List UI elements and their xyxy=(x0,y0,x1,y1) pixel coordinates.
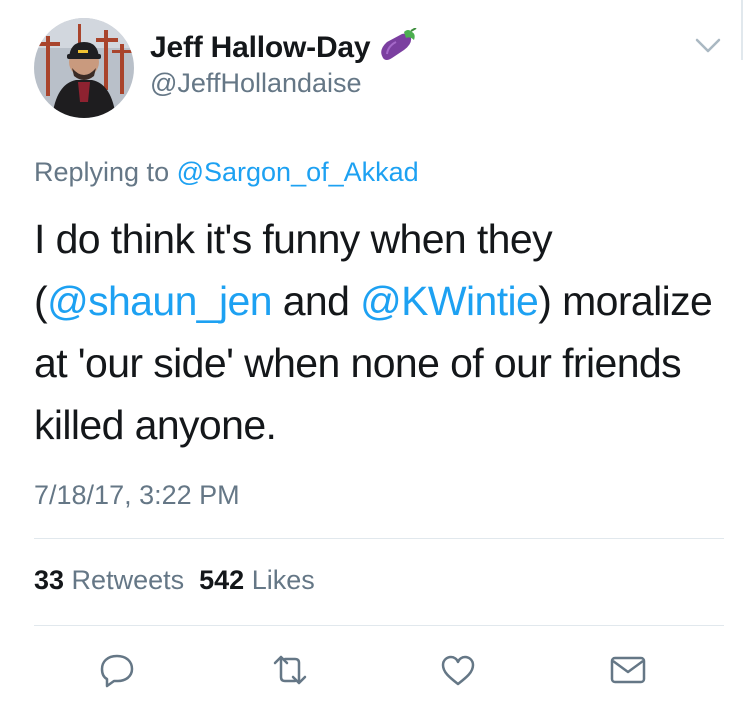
chevron-down-icon[interactable] xyxy=(693,36,723,56)
retweet-icon xyxy=(269,653,311,692)
tweet-text: I do think it's funny when they (@shaun_… xyxy=(34,208,724,456)
direct-message-button[interactable] xyxy=(608,652,648,692)
retweet-button[interactable] xyxy=(270,652,310,692)
user-handle[interactable]: @JeffHollandaise xyxy=(150,68,362,99)
eggplant-icon xyxy=(378,27,418,67)
retweet-label[interactable]: Retweets xyxy=(64,565,185,595)
reply-button[interactable] xyxy=(97,652,137,692)
replying-prefix: Replying to xyxy=(34,157,177,187)
replying-to: Replying to @Sargon_of_Akkad xyxy=(34,157,419,188)
like-icon xyxy=(439,653,477,692)
engagement-stats: 33 Retweets 542 Likes xyxy=(34,565,315,596)
retweet-count[interactable]: 33 xyxy=(34,565,64,595)
avatar[interactable] xyxy=(34,18,134,118)
like-count[interactable]: 542 xyxy=(199,565,244,595)
reply-icon xyxy=(98,652,136,693)
tweet-text-part: and xyxy=(271,278,361,324)
mention-link[interactable]: @shaun_jen xyxy=(47,278,272,324)
divider xyxy=(34,538,724,539)
mention-link[interactable]: @KWintie xyxy=(360,278,539,324)
replying-to-mention[interactable]: @Sargon_of_Akkad xyxy=(177,157,419,187)
edge-rule xyxy=(741,0,743,60)
like-label[interactable]: Likes xyxy=(244,565,315,595)
divider xyxy=(34,625,724,626)
direct-message-icon xyxy=(608,653,648,692)
display-name[interactable]: Jeff Hallow-Day xyxy=(150,31,371,65)
name-row: Jeff Hallow-Day xyxy=(150,27,418,67)
timestamp[interactable]: 7/18/17, 3:22 PM xyxy=(34,480,240,511)
like-button[interactable] xyxy=(438,652,478,692)
